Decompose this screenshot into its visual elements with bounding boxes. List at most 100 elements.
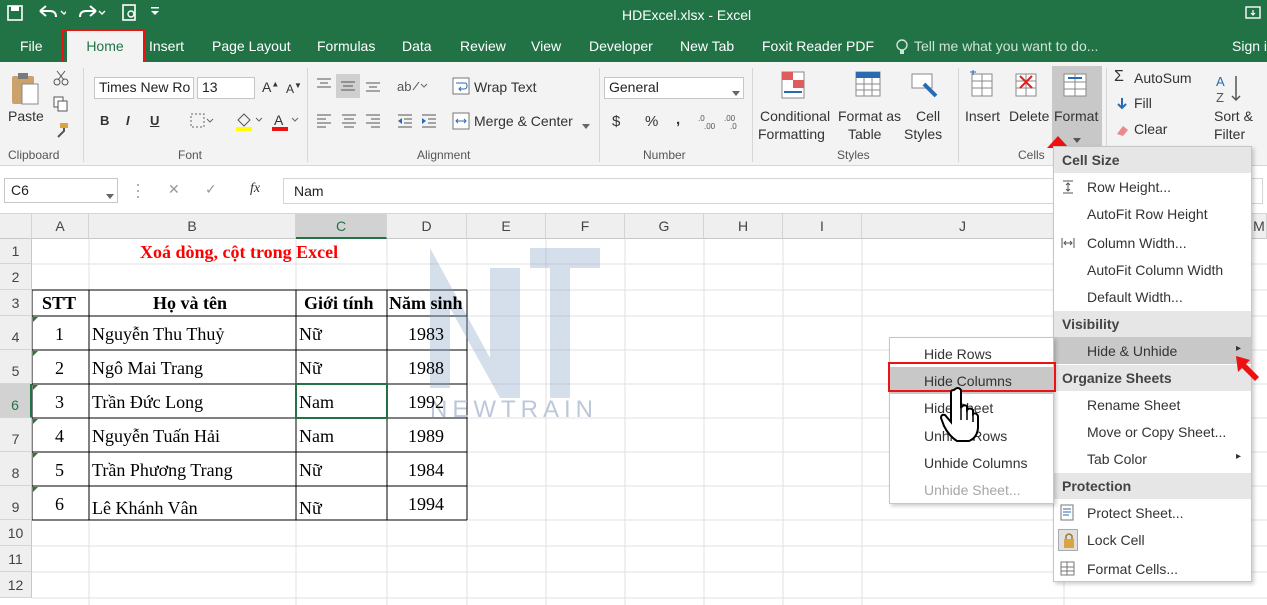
conditional-formatting-label-1[interactable]: Conditional [760, 108, 830, 124]
tab-insert[interactable]: Insert [149, 38, 184, 54]
save-icon[interactable] [6, 4, 24, 22]
cell-stt[interactable]: 2 [55, 358, 64, 379]
number-format-box[interactable]: General [604, 77, 744, 99]
orientation-icon[interactable]: ab [396, 76, 428, 94]
percent-button[interactable]: % [645, 113, 658, 130]
bold-button[interactable]: B [100, 113, 109, 128]
decrease-indent-icon[interactable] [396, 112, 414, 130]
merge-center-icon[interactable] [452, 112, 470, 130]
row-header-6[interactable]: 6 [0, 384, 32, 418]
cell-name[interactable]: Lê Khánh Vân [92, 498, 198, 519]
increase-decimal-icon[interactable]: .0.00 [698, 112, 720, 131]
menu-item-lock-cell[interactable]: Lock Cell [1054, 527, 1251, 554]
wrap-text-icon[interactable] [452, 77, 470, 95]
row-header-9[interactable]: 9 [0, 486, 32, 520]
font-size-box[interactable]: 13 [197, 77, 255, 99]
sort-filter-icon[interactable]: AZ [1214, 72, 1248, 106]
row-header-1[interactable]: 1 [0, 239, 32, 264]
cell-name[interactable]: Trần Phương Trang [92, 460, 233, 481]
row-header-3[interactable]: 3 [0, 290, 32, 316]
tab-page-layout[interactable]: Page Layout [212, 38, 291, 54]
fill-label[interactable]: Fill [1134, 95, 1152, 111]
menu-item-hide-unhide[interactable]: Hide & Unhide ▸ [1054, 337, 1251, 364]
header-stt[interactable]: STT [42, 293, 76, 314]
menu-item-format-cells[interactable]: Format Cells... [1054, 556, 1251, 583]
name-box[interactable]: C6 [4, 178, 118, 203]
align-center-icon[interactable] [340, 112, 358, 130]
menu-item-default-width[interactable]: Default Width... [1054, 284, 1251, 311]
row-header-7[interactable]: 7 [0, 418, 32, 452]
format-cells-label[interactable]: Format [1054, 108, 1098, 124]
grow-font-icon[interactable]: A▲ [262, 79, 279, 95]
paste-label[interactable]: Paste [8, 108, 44, 124]
confirm-entry-icon[interactable]: ✓ [205, 181, 217, 198]
sheet-title[interactable]: Xoá dòng, cột trong Excel [140, 242, 338, 263]
cell-stt[interactable]: 6 [55, 494, 64, 515]
cancel-entry-icon[interactable]: ✕ [168, 181, 180, 198]
cell-year[interactable]: 1984 [408, 460, 444, 481]
conditional-formatting-icon[interactable] [780, 70, 810, 102]
menu-item-tab-color[interactable]: Tab Color ▸ [1054, 446, 1251, 473]
row-header-11[interactable]: 11 [0, 546, 32, 572]
wrap-text-label[interactable]: Wrap Text [474, 79, 537, 95]
cell-stt[interactable]: 3 [55, 392, 64, 413]
cell-name[interactable]: Nguyễn Thu Thuỷ [92, 324, 224, 345]
tab-formulas[interactable]: Formulas [317, 38, 375, 54]
number-format-dropdown-icon[interactable] [732, 85, 740, 96]
font-name-box[interactable]: Times New Ro [94, 77, 194, 99]
format-as-table-label-2[interactable]: Table [848, 126, 881, 142]
align-right-icon[interactable] [364, 112, 382, 130]
align-top-icon[interactable] [315, 76, 333, 94]
menu-item-autofit-column-width[interactable]: AutoFit Column Width [1054, 257, 1251, 284]
header-gender[interactable]: Giới tính [304, 293, 374, 314]
fill-icon[interactable] [1114, 96, 1130, 112]
cell-name[interactable]: Nguyễn Tuấn Hải [92, 426, 220, 447]
underline-button[interactable]: U [150, 113, 159, 128]
copy-icon[interactable] [52, 96, 70, 112]
tab-developer[interactable]: Developer [589, 38, 653, 54]
tab-view[interactable]: View [531, 38, 561, 54]
fill-color-icon[interactable] [234, 110, 264, 132]
align-middle-icon[interactable] [336, 74, 360, 98]
menu-item-column-width[interactable]: Column Width... [1054, 230, 1251, 257]
print-preview-icon[interactable] [120, 3, 142, 23]
merge-dropdown-icon[interactable] [582, 118, 590, 129]
cell-gender[interactable]: Nữ [299, 498, 322, 519]
row-header-4[interactable]: 4 [0, 316, 32, 350]
cell-year[interactable]: 1988 [408, 358, 444, 379]
format-painter-icon[interactable] [52, 122, 70, 138]
format-as-table-icon[interactable] [854, 70, 886, 102]
cell-styles-label-1[interactable]: Cell [916, 108, 940, 124]
cell-gender[interactable]: Nam [299, 392, 334, 413]
tab-home[interactable]: Home [67, 30, 143, 62]
cell-gender[interactable]: Nam [299, 426, 334, 447]
tab-new-tab[interactable]: New Tab [680, 38, 734, 54]
align-bottom-icon[interactable] [364, 76, 382, 94]
delete-cells-label[interactable]: Delete [1009, 108, 1049, 124]
redo-icon[interactable] [78, 3, 108, 23]
menu-item-hide-rows[interactable]: Hide Rows [890, 340, 1053, 367]
customize-qat-icon[interactable] [150, 6, 160, 18]
font-color-icon[interactable]: A [270, 110, 300, 132]
delete-cells-icon[interactable] [1012, 70, 1042, 102]
row-header-2[interactable]: 2 [0, 264, 32, 290]
header-name[interactable]: Họ và tên [153, 293, 227, 314]
sign-in-link[interactable]: Sign in [1232, 38, 1267, 54]
borders-icon[interactable] [190, 113, 214, 129]
format-as-table-label-1[interactable]: Format as [838, 108, 901, 124]
cell-name[interactable]: Ngô Mai Trang [92, 358, 203, 379]
cell-stt[interactable]: 5 [55, 460, 64, 481]
sort-filter-label-1[interactable]: Sort & [1214, 108, 1253, 124]
menu-item-move-copy-sheet[interactable]: Move or Copy Sheet... [1054, 419, 1251, 446]
cell-year[interactable]: 1989 [408, 426, 444, 447]
row-header-5[interactable]: 5 [0, 350, 32, 384]
menu-item-protect-sheet[interactable]: Protect Sheet... [1054, 500, 1251, 527]
comma-button[interactable]: , [676, 111, 680, 128]
currency-button[interactable]: $ [612, 113, 620, 130]
insert-cells-icon[interactable] [968, 69, 998, 102]
sort-filter-label-2[interactable]: Filter [1214, 126, 1245, 142]
autosum-label[interactable]: AutoSum [1134, 70, 1192, 86]
tab-data[interactable]: Data [402, 38, 432, 54]
cell-name[interactable]: Trần Đức Long [92, 392, 203, 413]
clear-label[interactable]: Clear [1134, 121, 1167, 137]
